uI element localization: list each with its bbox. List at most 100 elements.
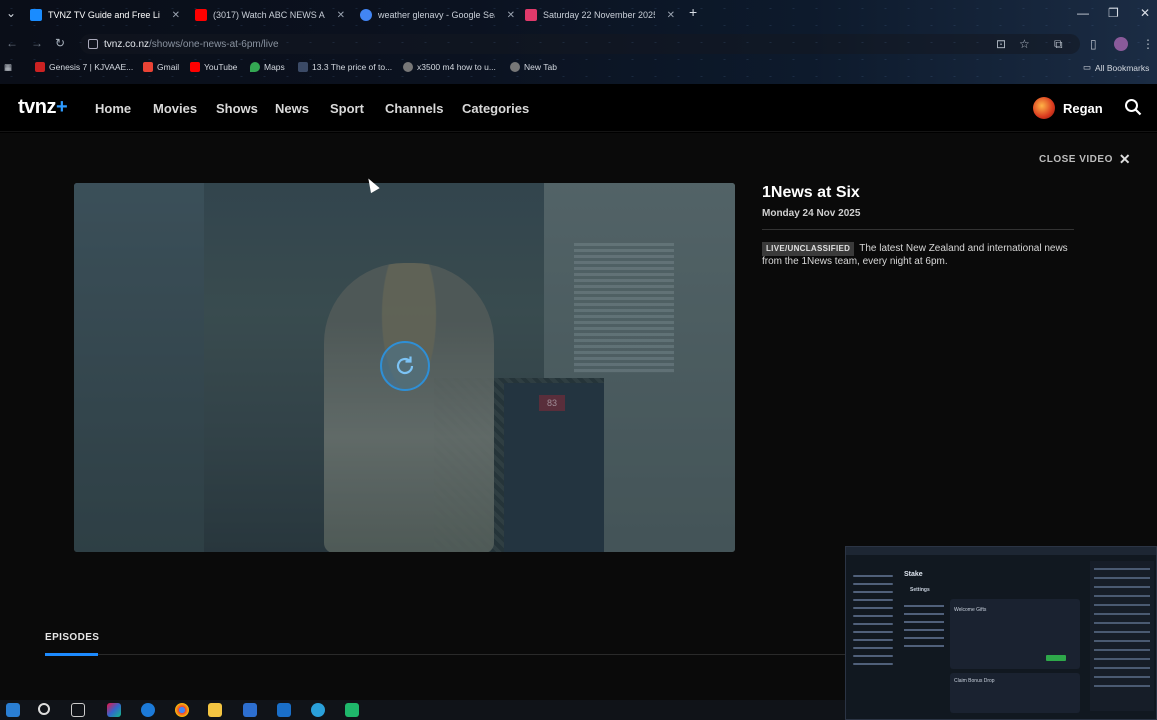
logo-plus: + (56, 96, 68, 118)
nav-categories[interactable]: Categories (462, 101, 529, 116)
bookmark-icon (35, 62, 45, 72)
preview-sidebar (849, 569, 897, 709)
task-view-icon[interactable] (71, 703, 85, 717)
new-tab-button[interactable]: + (689, 4, 697, 20)
bookmark-label: Gmail (157, 62, 180, 72)
forward-icon[interactable]: → (31, 36, 43, 50)
tvnz-favicon (30, 9, 42, 21)
logo-text: tvnz (18, 96, 57, 118)
telegram-icon[interactable] (311, 703, 325, 717)
file-explorer-icon[interactable] (208, 703, 222, 717)
bookmark-star-icon[interactable]: ☆ (1019, 37, 1030, 51)
address-bar[interactable]: tvnz.co.nz/shows/one-news-at-6pm/live (80, 34, 1080, 54)
tab-search-icon[interactable]: ⌄ (6, 6, 16, 20)
start-icon[interactable] (6, 703, 20, 717)
bookmark-gmail[interactable]: Gmail (143, 62, 179, 72)
browser-chrome: ⌄ TVNZ TV Guide and Free Live T ✕ (3017)… (0, 0, 1157, 84)
tab-label: TVNZ TV Guide and Free Live T (48, 10, 160, 20)
show-date: Monday 24 Nov 2025 (762, 208, 861, 219)
preview-green-button (1046, 655, 1066, 661)
bookmark-new-tab[interactable]: New Tab (510, 62, 557, 72)
bookmark-label: Genesis 7 | KJVAAE... (49, 62, 134, 72)
classification-badge: LIVE/UNCLASSIFIED (762, 242, 855, 256)
nav-home[interactable]: Home (95, 101, 131, 116)
nav-sport[interactable]: Sport (330, 101, 364, 116)
tab-tvnz[interactable]: TVNZ TV Guide and Free Live T ✕ (30, 4, 180, 26)
page-icon (298, 62, 308, 72)
show-title: 1News at Six (762, 184, 860, 201)
preview-menu (904, 599, 944, 679)
show-info: 1News at Six Monday 24 Nov 2025 LIVE/UNC… (762, 184, 1074, 268)
all-bookmarks[interactable]: ▭ All Bookmarks (1083, 62, 1149, 73)
close-window-icon[interactable]: ✕ (1140, 6, 1150, 20)
bookmark-maps[interactable]: Maps (250, 62, 285, 72)
taskbar (0, 700, 845, 720)
tab-strip: ⌄ TVNZ TV Guide and Free Live T ✕ (3017)… (0, 0, 1157, 28)
episodes-tab[interactable]: EPISODES (45, 632, 99, 643)
close-tab-icon[interactable]: ✕ (166, 10, 180, 21)
outlook-icon[interactable] (277, 703, 291, 717)
apps-grid-icon[interactable]: ▦ (4, 62, 12, 73)
tab-saturday[interactable]: Saturday 22 November 2025 | ✕ (525, 4, 675, 26)
profile-avatar-icon[interactable] (1114, 37, 1128, 51)
user-avatar[interactable] (1033, 97, 1055, 119)
copilot-icon[interactable] (107, 703, 121, 717)
bookmark-x3500[interactable]: x3500 m4 how to u... (403, 62, 496, 72)
tab-label: Saturday 22 November 2025 | (543, 10, 655, 20)
gmail-icon (143, 62, 153, 72)
menu-icon[interactable]: ⋮ (1142, 37, 1154, 51)
bookmark-label: 13.3 The price of to... (312, 62, 393, 72)
user-name[interactable]: Regan (1063, 101, 1103, 116)
tab-abc-news[interactable]: (3017) Watch ABC NEWS Austr ✕ (195, 4, 345, 26)
store-icon[interactable] (243, 703, 257, 717)
bookmark-genesis[interactable]: Genesis 7 | KJVAAE... (35, 62, 133, 72)
preview-claim: Claim Bonus Drop (954, 678, 995, 684)
tab-google-weather[interactable]: weather glenavy - Google Sea ✕ (360, 4, 515, 26)
bookmark-youtube[interactable]: YouTube (190, 62, 237, 72)
nav-shows[interactable]: Shows (216, 101, 258, 116)
app-icon[interactable] (345, 703, 359, 717)
back-icon[interactable]: ← (6, 36, 18, 50)
close-video-label: CLOSE VIDEO (1039, 154, 1113, 165)
close-tab-icon[interactable]: ✕ (331, 10, 345, 21)
restore-icon[interactable]: ❐ (1108, 6, 1119, 20)
window-preview-thumbnail[interactable]: Stake Settings Welcome Gifts Claim Bonus… (845, 546, 1157, 720)
site-info-icon[interactable] (88, 39, 98, 49)
youtube-favicon (195, 9, 207, 21)
preview-tabbar (846, 547, 1156, 555)
youtube-icon (190, 62, 200, 72)
close-tab-icon[interactable]: ✕ (501, 10, 515, 21)
install-app-icon[interactable]: ⊡ (996, 37, 1006, 51)
info-divider (762, 229, 1074, 230)
show-description-block: LIVE/UNCLASSIFIED The latest New Zealand … (762, 242, 1074, 268)
bookmarks-bar: ▦ Genesis 7 | KJVAAE... Gmail YouTube Ma… (0, 60, 1157, 78)
address-row: ← → ↻ tvnz.co.nz/shows/one-news-at-6pm/l… (0, 32, 1157, 56)
bookmark-label: x3500 m4 how to u... (417, 62, 496, 72)
bookmark-label: Maps (264, 62, 285, 72)
preview-settings: Settings (910, 587, 930, 593)
close-video-button[interactable]: CLOSE VIDEO ✕ (1039, 151, 1131, 168)
sidebar-icon[interactable]: ▯ (1090, 37, 1097, 51)
video-player[interactable]: 83 (74, 183, 735, 552)
edge-icon[interactable] (141, 703, 155, 717)
bookmark-label: YouTube (204, 62, 238, 72)
search-icon[interactable] (1124, 98, 1142, 116)
chrome-icon[interactable] (175, 703, 189, 717)
tvnz-logo[interactable]: tvnz+ (18, 96, 68, 119)
episodes-divider (45, 654, 845, 655)
nav-channels[interactable]: Channels (385, 101, 444, 116)
extensions-icon[interactable]: ⧉ (1054, 37, 1063, 52)
reload-icon[interactable]: ↻ (55, 36, 65, 50)
nav-news[interactable]: News (275, 101, 309, 116)
nav-movies[interactable]: Movies (153, 101, 197, 116)
screen: ⌄ TVNZ TV Guide and Free Live T ✕ (3017)… (0, 0, 1157, 720)
preview-chat (1090, 561, 1154, 711)
preview-welcome: Welcome Gifts (954, 607, 987, 613)
site-header: tvnz+ Home Movies Shows News Sport Chann… (0, 84, 1157, 132)
tab-label: (3017) Watch ABC NEWS Austr (213, 10, 325, 20)
bookmark-price[interactable]: 13.3 The price of to... (298, 62, 392, 72)
close-tab-icon[interactable]: ✕ (661, 10, 675, 21)
taskbar-search-icon[interactable] (38, 703, 50, 715)
minimize-icon[interactable]: — (1077, 6, 1089, 20)
folder-icon: ▭ (1083, 62, 1092, 72)
